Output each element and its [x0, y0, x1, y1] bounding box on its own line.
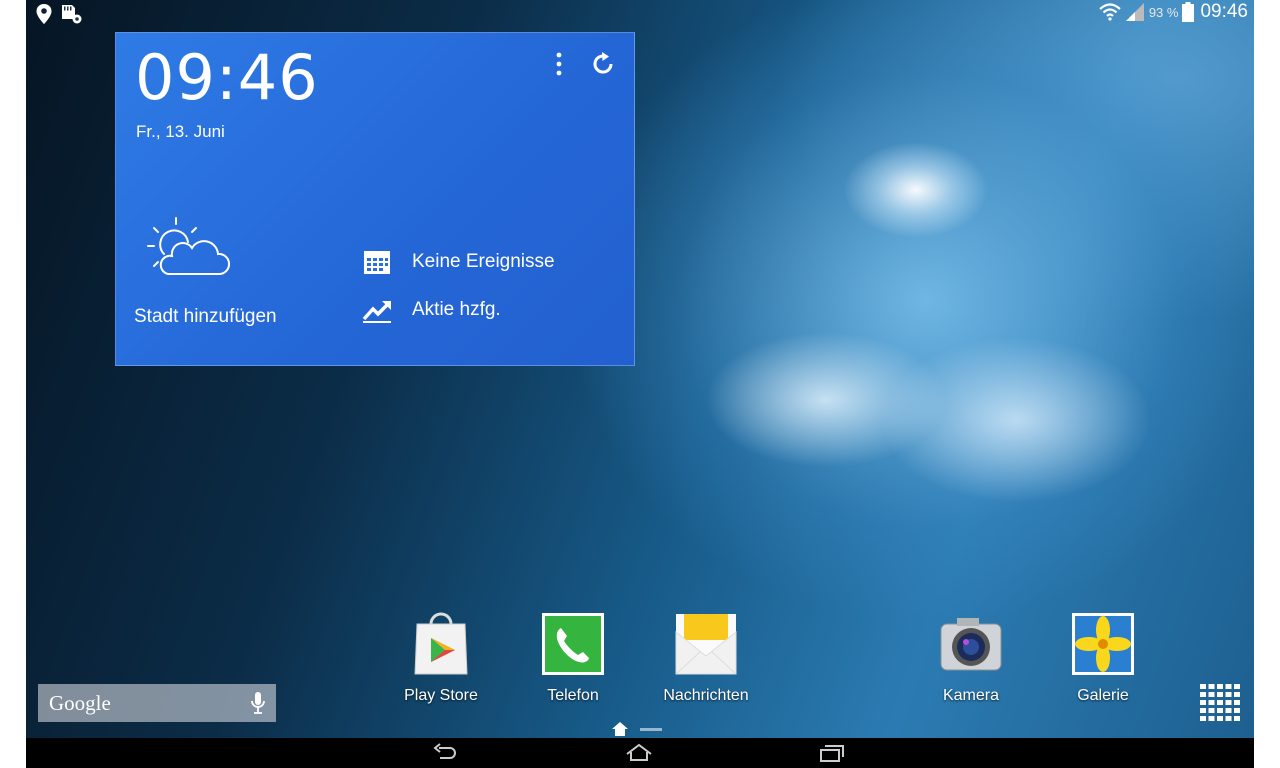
- status-bar-left: [36, 3, 84, 25]
- events-label: Keine Ereignisse: [412, 251, 555, 272]
- play-store-icon: [414, 612, 468, 675]
- stock-chart-icon: [362, 301, 391, 323]
- messages-icon: [675, 614, 737, 675]
- page-dash[interactable]: [640, 727, 662, 731]
- home-icon[interactable]: [624, 742, 654, 764]
- back-icon[interactable]: [430, 742, 460, 764]
- gallery-icon: [1072, 613, 1134, 675]
- signal-icon: [1125, 3, 1144, 21]
- google-logo-text: Google: [49, 690, 111, 715]
- events-row[interactable]: Keine Ereignisse: [362, 247, 555, 277]
- widget-date: Fr., 13. Juni: [136, 122, 225, 141]
- app-label: Nachrichten: [663, 687, 749, 704]
- widget-time: 09:46: [135, 41, 319, 114]
- add-city-link[interactable]: Stadt hinzufügen: [134, 306, 277, 328]
- partly-cloudy-icon: [147, 217, 230, 275]
- recent-apps-icon[interactable]: [816, 742, 846, 764]
- app-galerie[interactable]: Galerie: [1048, 612, 1158, 705]
- status-time: 09:46: [1200, 1, 1248, 22]
- navigation-bar: [26, 738, 1254, 768]
- app-kamera[interactable]: Kamera: [916, 612, 1026, 705]
- more-options-icon[interactable]: [550, 51, 568, 77]
- google-search-bar[interactable]: Google: [38, 684, 276, 722]
- battery-percent: 93 %: [1148, 4, 1179, 20]
- app-nachrichten[interactable]: Nachrichten: [651, 612, 761, 705]
- apps-grid-icon[interactable]: [1200, 684, 1240, 722]
- app-play-store[interactable]: Play Store: [386, 612, 496, 705]
- clock-weather-widget[interactable]: 09:46 Fr., 13. Juni Stadt hinzufügen Kei…: [115, 32, 635, 366]
- home-page-icon[interactable]: [612, 722, 628, 736]
- app-telefon[interactable]: Telefon: [518, 612, 628, 705]
- calendar-icon: [364, 251, 390, 274]
- page-indicator[interactable]: [612, 722, 662, 736]
- microphone-icon[interactable]: [250, 691, 266, 715]
- sd-card-settings-icon: [62, 5, 82, 24]
- battery-icon: [1182, 2, 1195, 22]
- home-screen: 93 % 09:46 09:46 Fr., 13. Juni Stadt hin…: [26, 0, 1254, 768]
- status-bar-right: 93 % 09:46: [1099, 0, 1248, 24]
- stocks-row[interactable]: Aktie hzfg.: [362, 295, 501, 325]
- location-icon: [36, 4, 52, 24]
- phone-icon: [542, 613, 604, 675]
- wifi-icon: [1099, 3, 1121, 21]
- app-label: Kamera: [942, 687, 1000, 704]
- stocks-label: Aktie hzfg.: [412, 299, 501, 320]
- refresh-icon[interactable]: [588, 49, 618, 79]
- camera-icon: [940, 618, 1002, 671]
- app-label: Play Store: [404, 687, 478, 704]
- app-label: Galerie: [1077, 687, 1129, 704]
- app-label: Telefon: [547, 687, 599, 704]
